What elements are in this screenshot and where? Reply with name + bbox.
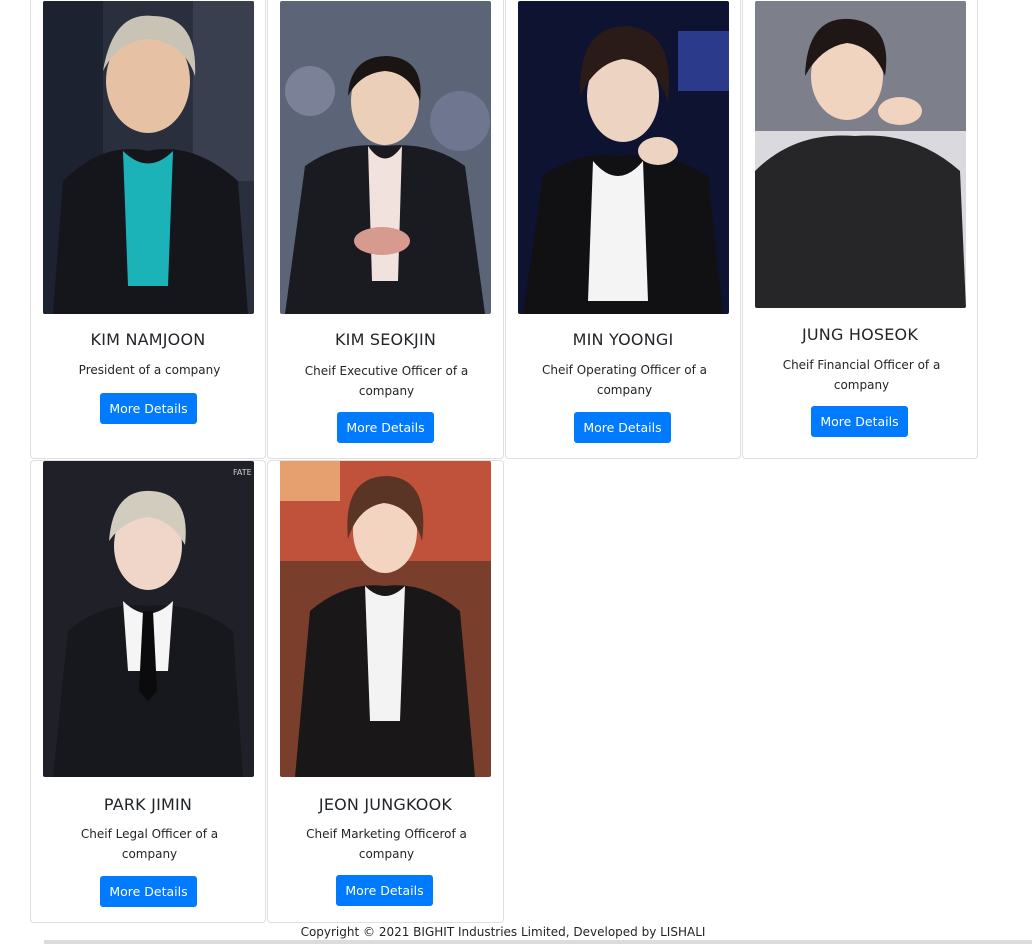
profile-name: JUNG HOSEOK bbox=[801, 325, 919, 344]
profile-role: Cheif Executive Officer of a company bbox=[304, 364, 469, 398]
profile-card: JEON JUNGKOOK Cheif Marketing Officerof … bbox=[267, 460, 504, 923]
svg-text:FATE: FATE bbox=[233, 468, 252, 477]
profile-name: KIM NAMJOON bbox=[90, 330, 206, 349]
profile-photo bbox=[518, 1, 729, 314]
profile-photo bbox=[280, 461, 491, 777]
profile-photo bbox=[280, 1, 491, 314]
profile-role: Cheif Operating Officer of a company bbox=[541, 363, 708, 397]
more-details-button[interactable]: More Details bbox=[100, 876, 197, 907]
profile-name: JEON JUNGKOOK bbox=[318, 795, 453, 814]
profile-card: FATE PARK JIMIN Cheif Legal Officer of a… bbox=[30, 460, 266, 923]
more-details-button[interactable]: More Details bbox=[811, 406, 908, 437]
horizontal-scrollbar[interactable] bbox=[44, 940, 1032, 944]
profile-role: Cheif Financial Officer of a company bbox=[782, 358, 941, 392]
profile-role: President of a company bbox=[78, 363, 221, 377]
profile-name: MIN YOONGI bbox=[572, 330, 674, 349]
profile-card: KIM SEOKJIN Cheif Executive Officer of a… bbox=[267, 0, 504, 459]
more-details-button[interactable]: More Details bbox=[337, 412, 434, 443]
more-details-button[interactable]: More Details bbox=[336, 875, 433, 906]
more-details-button[interactable]: More Details bbox=[100, 393, 197, 424]
copyright-footer: Copyright © 2021 BIGHIT Industries Limit… bbox=[300, 925, 706, 939]
profile-photo bbox=[755, 1, 966, 308]
team-page: KIM NAMJOON President of a company More … bbox=[0, 0, 1032, 944]
profile-card: MIN YOONGI Cheif Operating Officer of a … bbox=[505, 0, 741, 459]
profile-name: PARK JIMIN bbox=[103, 795, 193, 814]
profile-name: KIM SEOKJIN bbox=[334, 330, 437, 349]
profile-role: Cheif Marketing Officerof a company bbox=[306, 827, 467, 861]
profile-photo bbox=[43, 1, 254, 314]
profile-photo: FATE bbox=[43, 461, 254, 777]
profile-role: Cheif Legal Officer of a company bbox=[80, 827, 219, 861]
profile-card: JUNG HOSEOK Cheif Financial Officer of a… bbox=[742, 0, 978, 459]
profile-card: KIM NAMJOON President of a company More … bbox=[30, 0, 266, 459]
more-details-button[interactable]: More Details bbox=[574, 412, 671, 443]
